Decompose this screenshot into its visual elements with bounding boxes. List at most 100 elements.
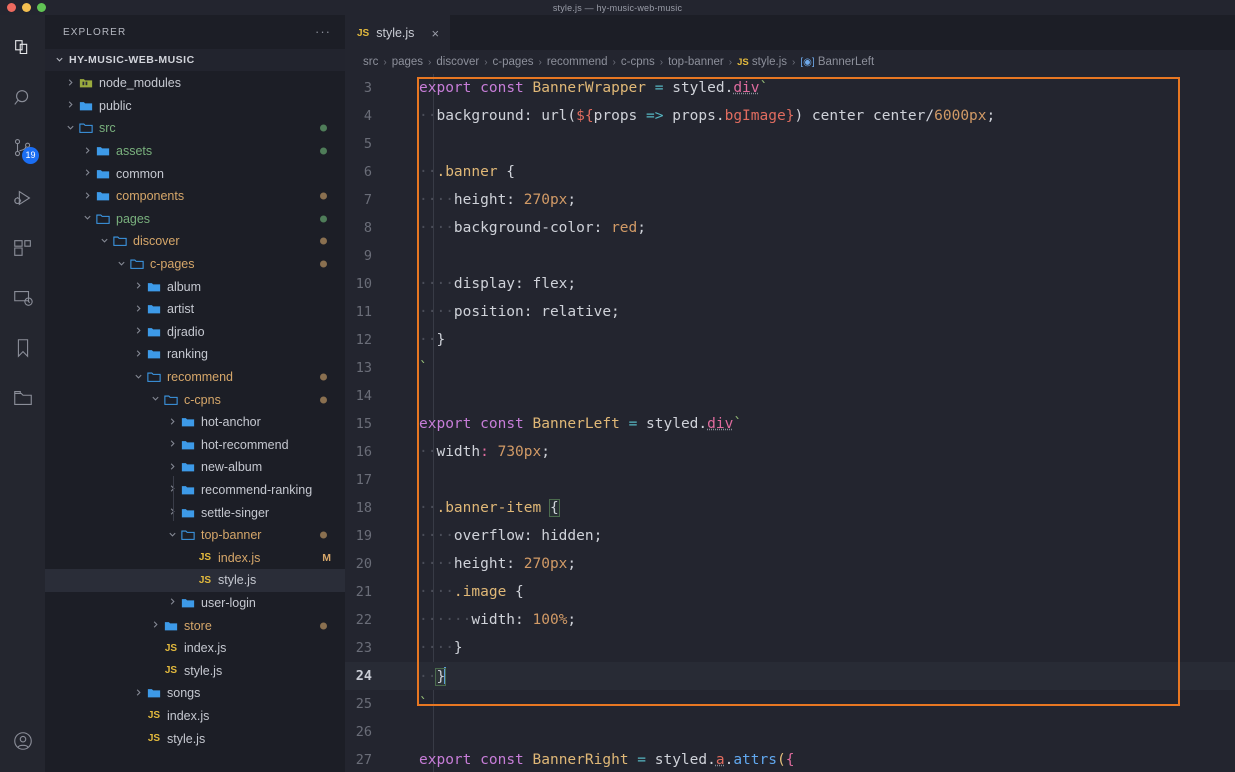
tree-item-new-album[interactable]: new-album — [45, 456, 345, 479]
activity-item-bookmarks[interactable] — [0, 325, 45, 375]
code-line[interactable]: 13 ` — [345, 354, 1235, 382]
code-line[interactable]: 21 ····.image { — [345, 578, 1235, 606]
tree-item-pages[interactable]: pages — [45, 208, 345, 231]
tree-item-components[interactable]: components — [45, 185, 345, 208]
js-file-icon: JS — [737, 57, 749, 68]
workspace-root-label: HY-MUSIC-WEB-MUSIC — [69, 54, 195, 66]
activity-item-explorer[interactable] — [0, 25, 45, 75]
code-line[interactable]: 25 ` — [345, 690, 1235, 718]
tree-item-album[interactable]: album — [45, 275, 345, 298]
breadcrumb-separator-icon: › — [792, 56, 796, 68]
code-editor[interactable]: 3 export const BannerWrapper = styled.div… — [345, 74, 1235, 772]
tree-item-style-js[interactable]: JS style.js — [45, 569, 345, 592]
minimize-window-button[interactable] — [22, 3, 31, 12]
tree-item-index-js[interactable]: JS index.js — [45, 637, 345, 660]
workspace-root-row[interactable]: HY-MUSIC-WEB-MUSIC — [45, 49, 345, 71]
code-line[interactable]: 27 export const BannerRight = styled.a.at… — [345, 746, 1235, 772]
code-line[interactable]: 9 — [345, 242, 1235, 270]
line-content: export const BannerLeft = styled.div` — [419, 416, 743, 432]
code-line[interactable]: 16 ··width: 730px; — [345, 438, 1235, 466]
breadcrumb-item-c-cpns[interactable]: c-cpns — [621, 56, 655, 68]
tree-item-recommend[interactable]: recommend — [45, 366, 345, 389]
search-icon — [12, 87, 34, 114]
tree-item-common[interactable]: common — [45, 162, 345, 185]
tree-item-top-banner[interactable]: top-banner — [45, 524, 345, 547]
code-line[interactable]: 19 ····overflow: hidden; — [345, 522, 1235, 550]
breadcrumb-item-style-js[interactable]: JS style.js — [737, 56, 787, 68]
activity-item-accounts[interactable] — [0, 718, 45, 768]
breadcrumb-label: src — [363, 56, 379, 68]
code-line[interactable]: 17 — [345, 466, 1235, 494]
breadcrumb-label: c-cpns — [620, 56, 655, 68]
activity-item-extensions[interactable] — [0, 225, 45, 275]
activity-item-project-manager[interactable] — [0, 375, 45, 425]
maximize-window-button[interactable] — [37, 3, 46, 12]
tree-item-artist[interactable]: artist — [45, 298, 345, 321]
explorer-more-actions-button[interactable]: ··· — [315, 25, 331, 38]
tree-item-user-login[interactable]: user-login — [45, 592, 345, 615]
folder-open-icon — [111, 234, 129, 248]
tree-item-songs[interactable]: songs — [45, 682, 345, 705]
folder-icon — [12, 387, 34, 414]
tree-item-index-js[interactable]: JS index.js M — [45, 546, 345, 569]
tree-item-c-pages[interactable]: c-pages — [45, 253, 345, 276]
code-line[interactable]: 11 ····position: relative; — [345, 298, 1235, 326]
breadcrumb-item-src[interactable]: src — [363, 56, 378, 68]
code-line[interactable]: 7 ····height: 270px; — [345, 186, 1235, 214]
code-line[interactable]: 12 ··} — [345, 326, 1235, 354]
tree-item-node_modules[interactable]: node_modules — [45, 72, 345, 95]
tree-item-recommend-ranking[interactable]: recommend-ranking — [45, 479, 345, 502]
code-line[interactable]: 10 ····display: flex; — [345, 270, 1235, 298]
code-line[interactable]: 23 ····} — [345, 634, 1235, 662]
breadcrumb-item-recommend[interactable]: recommend — [547, 56, 608, 68]
tree-item-hot-anchor[interactable]: hot-anchor — [45, 411, 345, 434]
tree-item-discover[interactable]: discover — [45, 230, 345, 253]
close-tab-icon[interactable]: × — [431, 26, 439, 41]
breadcrumb-item-BannerLeft[interactable]: [◉] BannerLeft — [800, 56, 874, 68]
tree-item-public[interactable]: public — [45, 95, 345, 118]
line-content: ··} — [419, 667, 447, 686]
code-line[interactable]: 4 ··background: url(${props => props.bgIm… — [345, 102, 1235, 130]
tree-item-label: artist — [167, 302, 195, 317]
code-line[interactable]: 15 export const BannerLeft = styled.div` — [345, 410, 1235, 438]
breadcrumb-item-c-pages[interactable]: c-pages — [493, 56, 534, 68]
folder-icon — [179, 438, 197, 452]
code-line[interactable]: 5 — [345, 130, 1235, 158]
run-and-debug-icon — [12, 187, 34, 214]
tree-item-style-js[interactable]: JS style.js — [45, 727, 345, 750]
tree-item-style-js[interactable]: JS style.js — [45, 659, 345, 682]
tree-item-settle-singer[interactable]: settle-singer — [45, 501, 345, 524]
code-line[interactable]: 3 export const BannerWrapper = styled.div… — [345, 74, 1235, 102]
code-line[interactable]: 20 ····height: 270px; — [345, 550, 1235, 578]
activity-item-remote-explorer[interactable] — [0, 275, 45, 325]
activity-item-source-control[interactable]: 19 — [0, 125, 45, 175]
code-line[interactable]: 6 ··.banner { — [345, 158, 1235, 186]
tree-item-index-js[interactable]: JS index.js — [45, 705, 345, 728]
code-line[interactable]: 24 ··} — [345, 662, 1235, 690]
code-line[interactable]: 8 ····background-color: red; — [345, 214, 1235, 242]
activity-item-search[interactable] — [0, 75, 45, 125]
tree-item-hot-recommend[interactable]: hot-recommend — [45, 434, 345, 457]
breadcrumb-item-discover[interactable]: discover — [436, 56, 479, 68]
line-content: export const BannerWrapper = styled.div` — [419, 80, 769, 96]
folder-open-icon — [179, 528, 197, 542]
line-number: 6 — [363, 164, 372, 180]
tree-item-store[interactable]: store — [45, 614, 345, 637]
code-line[interactable]: 22 ······width: 100%; — [345, 606, 1235, 634]
breadcrumb-item-pages[interactable]: pages — [392, 56, 423, 68]
tree-item-c-cpns[interactable]: c-cpns — [45, 388, 345, 411]
tree-item-label: src — [99, 121, 116, 136]
tree-item-djradio[interactable]: djradio — [45, 321, 345, 344]
close-window-button[interactable] — [7, 3, 16, 12]
tree-item-ranking[interactable]: ranking — [45, 343, 345, 366]
tree-item-src[interactable]: src — [45, 117, 345, 140]
text-cursor — [444, 667, 447, 684]
chevron-down-icon — [149, 394, 162, 405]
code-line[interactable]: 14 — [345, 382, 1235, 410]
tree-item-assets[interactable]: assets — [45, 140, 345, 163]
code-line[interactable]: 18 ··.banner-item { — [345, 494, 1235, 522]
tab-style-js[interactable]: JS style.js × — [345, 15, 451, 50]
activity-item-run-and-debug[interactable] — [0, 175, 45, 225]
code-line[interactable]: 26 — [345, 718, 1235, 746]
breadcrumb-item-top-banner[interactable]: top-banner — [668, 56, 724, 68]
